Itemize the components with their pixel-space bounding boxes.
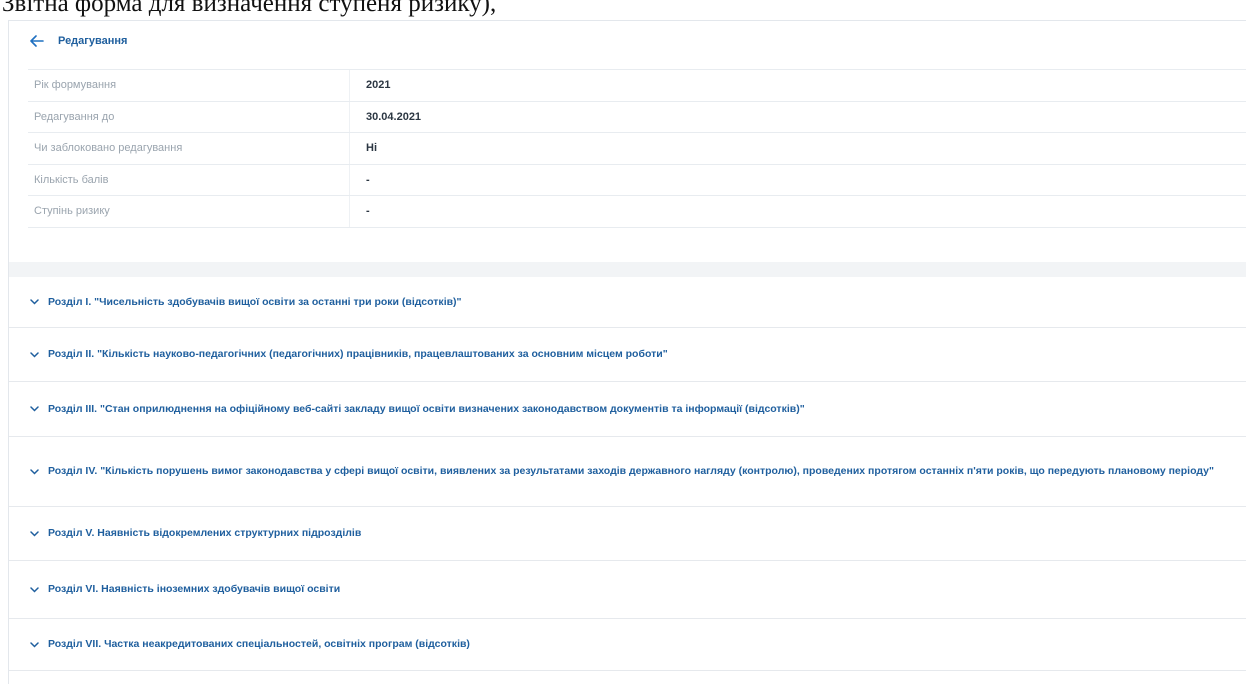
info-table: Рік формування 2021 Редагування до 30.04… <box>28 69 1246 228</box>
section-2-header[interactable]: Розділ ІІ. "Кількість науково-педагогічн… <box>9 328 1246 382</box>
info-value: - <box>366 173 370 186</box>
section-4-header[interactable]: Розділ IV. "Кількість порушень вимог зак… <box>9 437 1246 507</box>
divider-band <box>9 262 1246 277</box>
info-value: 2021 <box>366 79 391 92</box>
section-6-header[interactable]: Розділ VI. Наявність іноземних здобувачі… <box>9 561 1246 619</box>
info-value: 30.04.2021 <box>366 110 422 123</box>
section-5-header[interactable]: Розділ V. Наявність відокремлених структ… <box>9 507 1246 561</box>
chevron-down-icon <box>28 349 40 361</box>
section-title: Розділ IV. "Кількість порушень вимог зак… <box>48 465 1214 477</box>
section-title: Розділ І. "Чисельність здобувачів вищої … <box>48 295 462 308</box>
edit-panel: Редагування Рік формування 2021 Редагува… <box>8 20 1246 684</box>
panel-header: Редагування <box>9 21 1246 61</box>
section-title: Розділ ІІІ. "Стан оприлюднення на офіцій… <box>48 402 805 415</box>
chevron-down-icon <box>28 584 40 596</box>
info-value: - <box>366 205 370 218</box>
info-label: Чи заблоковано редагування <box>28 133 350 164</box>
info-row-risk: Ступінь ризику - <box>28 196 1246 228</box>
section-7-header[interactable]: Розділ VII. Частка неакредитованих спеці… <box>9 619 1246 671</box>
info-row-score: Кількість балів - <box>28 164 1246 196</box>
chevron-down-icon <box>28 466 40 478</box>
chevron-down-icon <box>28 296 40 308</box>
document-text-fragment: Звітна форма для визначення ступеня ризи… <box>2 0 497 17</box>
info-label: Ступінь ризику <box>28 196 350 227</box>
arrow-left-icon[interactable] <box>28 32 46 50</box>
info-label: Редагування до <box>28 101 350 132</box>
info-row-edit-until: Редагування до 30.04.2021 <box>28 101 1246 133</box>
chevron-down-icon <box>28 528 40 540</box>
section-1-header[interactable]: Розділ І. "Чисельність здобувачів вищої … <box>9 277 1246 328</box>
section-title: Розділ ІІ. "Кількість науково-педагогічн… <box>48 348 668 360</box>
chevron-down-icon <box>28 403 40 415</box>
info-row-year: Рік формування 2021 <box>28 70 1246 102</box>
section-title: Розділ VII. Частка неакредитованих спеці… <box>48 638 470 650</box>
info-value: Ні <box>366 142 377 155</box>
section-3-header[interactable]: Розділ ІІІ. "Стан оприлюднення на офіцій… <box>9 382 1246 437</box>
info-label: Рік формування <box>28 70 350 101</box>
info-label: Кількість балів <box>28 164 350 195</box>
sections-accordion: Розділ І. "Чисельність здобувачів вищої … <box>9 277 1246 671</box>
page-title: Редагування <box>58 35 128 47</box>
section-title: Розділ VI. Наявність іноземних здобувачі… <box>48 583 341 595</box>
section-title: Розділ V. Наявність відокремлених структ… <box>48 527 362 539</box>
chevron-down-icon <box>28 639 40 651</box>
info-row-locked: Чи заблоковано редагування Ні <box>28 133 1246 165</box>
